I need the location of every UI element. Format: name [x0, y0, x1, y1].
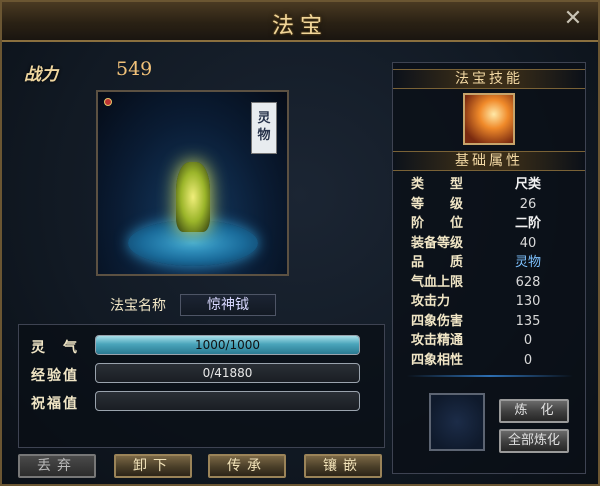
window-title: 法宝: [271, 14, 328, 39]
inlay-button[interactable]: 镶嵌: [304, 454, 382, 478]
attr-value: 26: [519, 196, 537, 212]
attr-value: 130: [515, 294, 541, 309]
progress-stats-panel: 灵 气 1000/1000 经验值 0/41880 祝福值: [18, 324, 385, 448]
refine-material-slot[interactable]: [429, 393, 485, 451]
unequip-button[interactable]: 卸下: [114, 454, 192, 478]
attr-row: 四象相性 0: [411, 351, 571, 371]
attr-label: 攻击精通: [411, 333, 464, 348]
attr-value: 灵物: [514, 255, 541, 270]
treasure-weapon-image: [176, 162, 210, 232]
attr-value: 628: [515, 274, 541, 290]
treasure-name-value: 惊神钺: [180, 294, 276, 316]
attr-label: 等 级: [411, 196, 464, 212]
experience-bar: 0/41880: [95, 363, 360, 383]
refine-button[interactable]: 炼 化: [499, 399, 569, 423]
treasure-preview-panel: 战力 549 灵物 法宝名称 惊神钺: [12, 48, 382, 326]
attr-row: 装备等级 40: [411, 234, 571, 254]
attr-label: 阶 位: [411, 216, 464, 231]
treasure-window: 法宝 ✕ 战力 549 灵物 法宝名称 惊神钺 灵 气 1000/1000 经验…: [0, 0, 600, 486]
combat-power-label: 战力: [24, 65, 58, 85]
attr-row: 四象伤害 135: [411, 312, 571, 332]
spirit-bar: 1000/1000: [95, 335, 360, 355]
attr-row: 类 型 尺类: [411, 175, 571, 195]
inherit-button[interactable]: 传承: [208, 454, 286, 478]
title-bar: 法宝 ✕: [2, 2, 598, 42]
attr-label: 气血上限: [411, 274, 464, 290]
attr-row: 攻击精通 0: [411, 331, 571, 351]
close-icon[interactable]: ✕: [562, 8, 584, 30]
skill-header: 法宝技能: [393, 69, 585, 89]
treasure-name-row: 法宝名称 惊神钺: [110, 294, 276, 316]
attr-value: 尺类: [514, 177, 541, 192]
discard-button[interactable]: 丢弃: [18, 454, 96, 478]
treasure-name-label: 法宝名称: [110, 298, 166, 314]
attr-row: 气血上限 628: [411, 273, 571, 293]
quality-gem-icon: [104, 98, 112, 106]
blessing-label: 祝福值: [31, 396, 79, 412]
attribute-header: 基础属性: [393, 151, 585, 171]
experience-bar-value: 0/41880: [202, 366, 253, 380]
attr-row: 阶 位 二阶: [411, 214, 571, 234]
attr-value: 0: [523, 333, 533, 348]
combat-power-value: 549: [116, 58, 153, 80]
divider: [407, 375, 573, 377]
attribute-list: 类 型 尺类 等 级 26 阶 位 二阶 装备等级 40 品 质 灵物 气血上限: [411, 175, 571, 370]
quality-tag: 灵物: [251, 102, 277, 154]
attr-label: 品 质: [411, 255, 464, 270]
experience-label: 经验值: [31, 368, 79, 384]
attr-row: 攻击力 130: [411, 292, 571, 312]
attribute-panel: 法宝技能 基础属性 类 型 尺类 等 级 26 阶 位 二阶 装备等级 40 品…: [392, 62, 586, 474]
attr-label: 攻击力: [411, 294, 451, 309]
attr-value: 二阶: [514, 216, 541, 231]
spirit-row: 灵 气 1000/1000: [19, 335, 384, 357]
treasure-skill-icon[interactable]: [463, 93, 515, 145]
blessing-bar: [95, 391, 360, 411]
attr-label: 四象伤害: [411, 313, 464, 329]
attr-row: 等 级 26: [411, 195, 571, 215]
attr-row: 品 质 灵物: [411, 253, 571, 273]
experience-row: 经验值 0/41880: [19, 363, 384, 385]
attr-label: 四象相性: [411, 352, 464, 368]
spirit-label: 灵 气: [31, 340, 79, 356]
attr-label: 类 型: [411, 177, 464, 192]
attr-label: 装备等级: [411, 235, 464, 251]
blessing-row: 祝福值: [19, 391, 384, 413]
attr-value: 135: [515, 313, 541, 329]
treasure-model-view: 灵物: [96, 90, 289, 276]
attr-value: 0: [523, 352, 533, 368]
spirit-bar-value: 1000/1000: [194, 338, 261, 352]
attr-value: 40: [519, 235, 537, 251]
refine-all-button[interactable]: 全部炼化: [499, 429, 569, 453]
